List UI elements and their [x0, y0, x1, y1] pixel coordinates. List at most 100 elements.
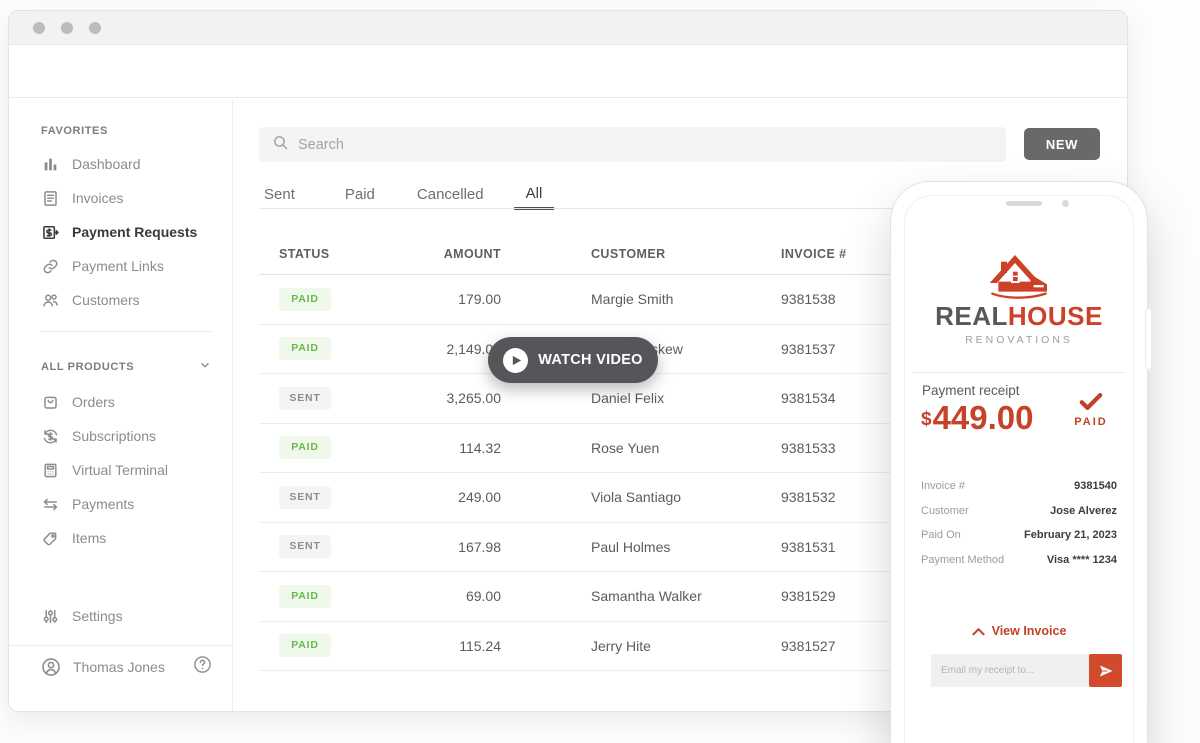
customer-cell: Viola Santiago [591, 489, 682, 506]
detail-label: Payment Method [921, 553, 1005, 566]
tab-paid[interactable]: Paid [345, 186, 375, 210]
sidebar: FAVORITES Dashboard Invoices Payment Req… [9, 99, 233, 711]
search-icon [272, 134, 289, 156]
sidebar-item-virtual-terminal[interactable]: Virtual Terminal [9, 453, 232, 487]
receipt-details: Invoice # 9381540 Customer Jose Alverez … [921, 474, 1117, 572]
sidebar-item-label: Virtual Terminal [72, 462, 168, 478]
sidebar-item-orders[interactable]: Orders [9, 385, 232, 419]
customer-cell: Samantha Walker [591, 588, 702, 605]
all-products-section-label: ALL PRODUCTS [41, 358, 212, 375]
tab-all[interactable]: All [513, 185, 555, 210]
bar-chart-icon [41, 155, 59, 173]
customer-cell: Daniel Felix [591, 390, 665, 407]
sidebar-item-settings[interactable]: Settings [9, 599, 232, 633]
sidebar-item-payment-requests[interactable]: Payment Requests [9, 215, 232, 249]
email-receipt-row [931, 654, 1122, 687]
sidebar-item-invoices[interactable]: Invoices [9, 181, 232, 215]
receipt-detail-row: Payment Method Visa **** 1234 [921, 548, 1117, 573]
amount-cell: 167.98 [458, 538, 501, 555]
sidebar-item-subscriptions[interactable]: Subscriptions [9, 419, 232, 453]
sidebar-item-payment-links[interactable]: Payment Links [9, 249, 232, 283]
customer-cell: Jerry Hite [591, 637, 651, 654]
paid-stamp: PAID [1065, 393, 1117, 428]
check-icon [1079, 393, 1103, 410]
customer-cell: Margie Smith [591, 291, 674, 308]
column-header-status: STATUS [279, 246, 330, 261]
window-maximize-button[interactable] [89, 21, 101, 34]
send-email-button[interactable] [1089, 654, 1122, 687]
status-badge: SENT [279, 485, 331, 509]
view-invoice-label: View Invoice [991, 624, 1067, 638]
watch-video-button[interactable]: WATCH VIDEO [488, 337, 658, 383]
amount-cell: 179.00 [458, 291, 501, 308]
sidebar-item-label: Payment Requests [72, 224, 198, 240]
status-badge: PAID [279, 287, 331, 311]
settings-section: Settings [9, 599, 232, 633]
favorites-list: Dashboard Invoices Payment Requests Paym… [9, 147, 232, 317]
sidebar-item-label: Items [72, 530, 107, 546]
detail-label: Customer [921, 504, 969, 517]
phone-screen: REALHOUSE RENOVATIONS Payment receipt $4… [904, 195, 1134, 743]
column-header-customer: CUSTOMER [591, 246, 666, 261]
search-input[interactable] [298, 136, 959, 153]
receipt-divider [912, 372, 1126, 373]
favorites-label-text: FAVORITES [41, 125, 108, 137]
status-badge: SENT [279, 386, 331, 410]
sidebar-item-dashboard[interactable]: Dashboard [9, 147, 232, 181]
virtual-terminal-icon [41, 461, 59, 479]
detail-value: Jose Alverez [1050, 504, 1117, 517]
sidebar-item-customers[interactable]: Customers [9, 283, 232, 317]
subscriptions-icon [41, 427, 59, 445]
phone-speaker [1006, 201, 1042, 206]
all-products-label-text: ALL PRODUCTS [41, 360, 135, 373]
user-name: Thomas Jones [73, 659, 165, 675]
new-button[interactable]: NEW [1024, 128, 1100, 160]
brand-word-real: REAL [935, 301, 1008, 331]
chevron-down-icon[interactable] [198, 358, 212, 375]
receipt-amount: $449.00 [921, 399, 1034, 437]
email-receipt-input[interactable] [931, 654, 1089, 687]
settings-sliders-icon [41, 607, 59, 625]
tab-sent[interactable]: Sent [264, 186, 295, 210]
receipt-detail-row: Customer Jose Alverez [921, 499, 1117, 524]
phone-mockup: REALHOUSE RENOVATIONS Payment receipt $4… [890, 181, 1152, 743]
sidebar-item-payments[interactable]: Payments [9, 487, 232, 521]
search-bar [259, 127, 1006, 162]
sidebar-item-label: Customers [72, 292, 140, 308]
play-icon [503, 347, 529, 373]
payments-icon [41, 495, 59, 513]
help-icon[interactable] [193, 655, 212, 679]
customer-cell: Rose Yuen [591, 439, 660, 456]
column-header-amount: AMOUNT [443, 246, 501, 261]
sidebar-item-label: Payments [72, 496, 135, 512]
payment-request-icon [41, 223, 59, 241]
detail-label: Invoice # [921, 480, 966, 493]
sidebar-item-label: Dashboard [72, 156, 141, 172]
all-products-list: Orders Subscriptions Virtual Terminal Pa… [9, 385, 232, 555]
status-badge: PAID [279, 634, 331, 658]
detail-value: Visa **** 1234 [1046, 553, 1117, 566]
phone-side-button [1145, 308, 1152, 370]
sidebar-item-label: Settings [72, 608, 123, 624]
window-close-button[interactable] [33, 21, 45, 34]
brand-word-house: HOUSE [1007, 301, 1103, 331]
receipt-detail-row: Paid On February 21, 2023 [921, 523, 1117, 548]
user-account-row[interactable]: Thomas Jones [9, 646, 232, 688]
tab-cancelled[interactable]: Cancelled [417, 186, 484, 210]
user-avatar-icon [41, 657, 61, 677]
window-minimize-button[interactable] [61, 21, 73, 34]
brand-subtitle: RENOVATIONS [965, 334, 1073, 346]
status-badge: SENT [279, 535, 331, 559]
link-icon [41, 257, 59, 275]
send-plane-icon [1099, 665, 1112, 676]
window-header-band [9, 45, 1127, 98]
paid-stamp-label: PAID [1074, 416, 1108, 428]
sidebar-item-label: Payment Links [72, 258, 164, 274]
view-invoice-link[interactable]: View Invoice [905, 624, 1133, 638]
page: FAVORITES Dashboard Invoices Payment Req… [0, 0, 1200, 743]
sidebar-item-items[interactable]: Items [9, 521, 232, 555]
status-badge: PAID [279, 337, 331, 361]
sidebar-item-label: Invoices [72, 190, 124, 206]
window-titlebar [9, 11, 1127, 45]
amount-value: 449.00 [932, 399, 1034, 436]
